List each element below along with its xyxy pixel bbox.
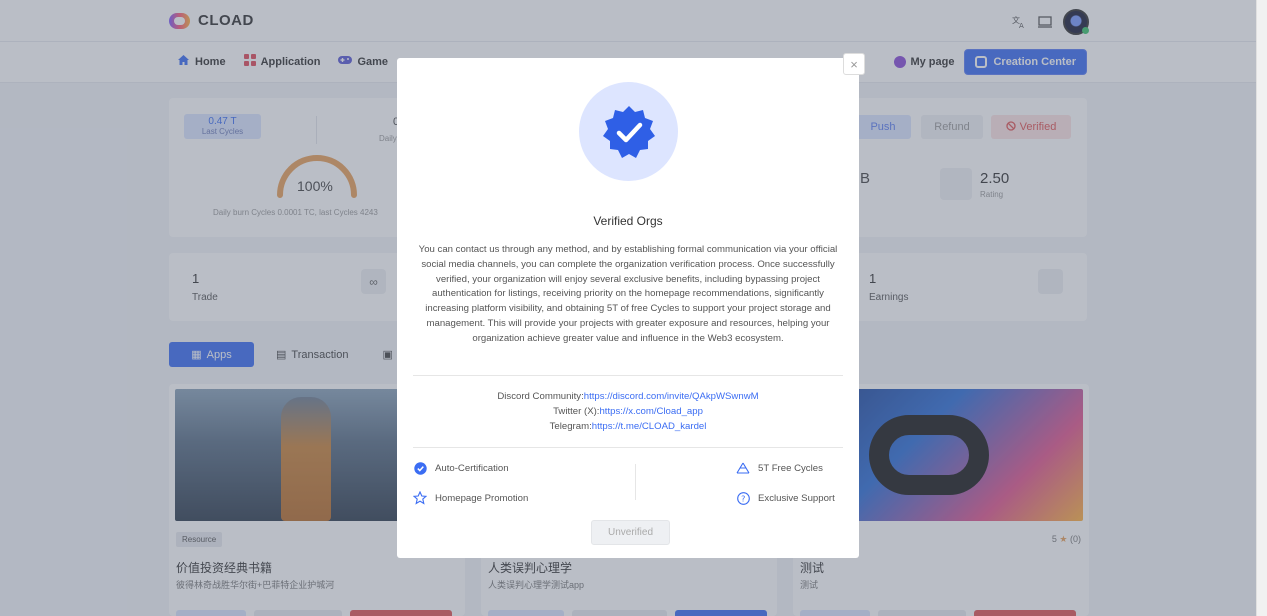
feature-free-cycles: 5T Free Cycles (736, 461, 823, 475)
divider (413, 375, 843, 376)
feature-auto-certification-label: Auto-Certification (435, 462, 509, 474)
feature-exclusive-support-label: Exclusive Support (758, 492, 835, 504)
discord-link[interactable]: https://discord.com/invite/QAkpWSwnwM (584, 391, 759, 402)
feature-homepage-promotion: Homepage Promotion (413, 491, 528, 505)
question-circle-icon: ? (736, 491, 750, 505)
contact-links: Discord Community:https://discord.com/in… (397, 390, 859, 434)
feature-homepage-promotion-label: Homepage Promotion (435, 492, 529, 504)
page-scrollbar[interactable] (1256, 0, 1267, 616)
divider (413, 447, 843, 448)
unverified-status-button[interactable]: Unverified (591, 520, 670, 545)
twitter-row: Twitter (X):https://x.com/Cload_app (397, 405, 859, 420)
telegram-label: Telegram: (549, 420, 592, 432)
telegram-link[interactable]: https://t.me/CLOAD_kardel (592, 421, 707, 432)
feature-free-cycles-label: 5T Free Cycles (758, 462, 823, 474)
verified-orgs-modal: Verified Orgs You can contact us through… (397, 58, 859, 558)
telegram-row: Telegram:https://t.me/CLOAD_kardel (397, 420, 859, 435)
modal-description: You can contact us through any method, a… (418, 244, 838, 344)
twitter-label: Twitter (X): (553, 405, 600, 417)
close-icon: × (850, 56, 858, 72)
discord-row: Discord Community:https://discord.com/in… (397, 390, 859, 405)
close-modal-button[interactable]: × (843, 53, 865, 75)
twitter-link[interactable]: https://x.com/Cload_app (599, 406, 702, 417)
svg-text:?: ? (741, 494, 745, 503)
feature-exclusive-support: ? Exclusive Support (736, 491, 835, 505)
feature-auto-certification: Auto-Certification (413, 461, 509, 475)
unverified-label: Unverified (607, 527, 654, 538)
discord-label: Discord Community: (497, 391, 584, 402)
verified-badge (579, 82, 678, 181)
feature-divider (635, 464, 636, 500)
star-outline-icon (413, 491, 427, 505)
modal-title: Verified Orgs (593, 214, 663, 228)
recycle-icon (736, 461, 750, 475)
verified-badge-icon (602, 105, 655, 158)
check-badge-icon (413, 461, 427, 475)
